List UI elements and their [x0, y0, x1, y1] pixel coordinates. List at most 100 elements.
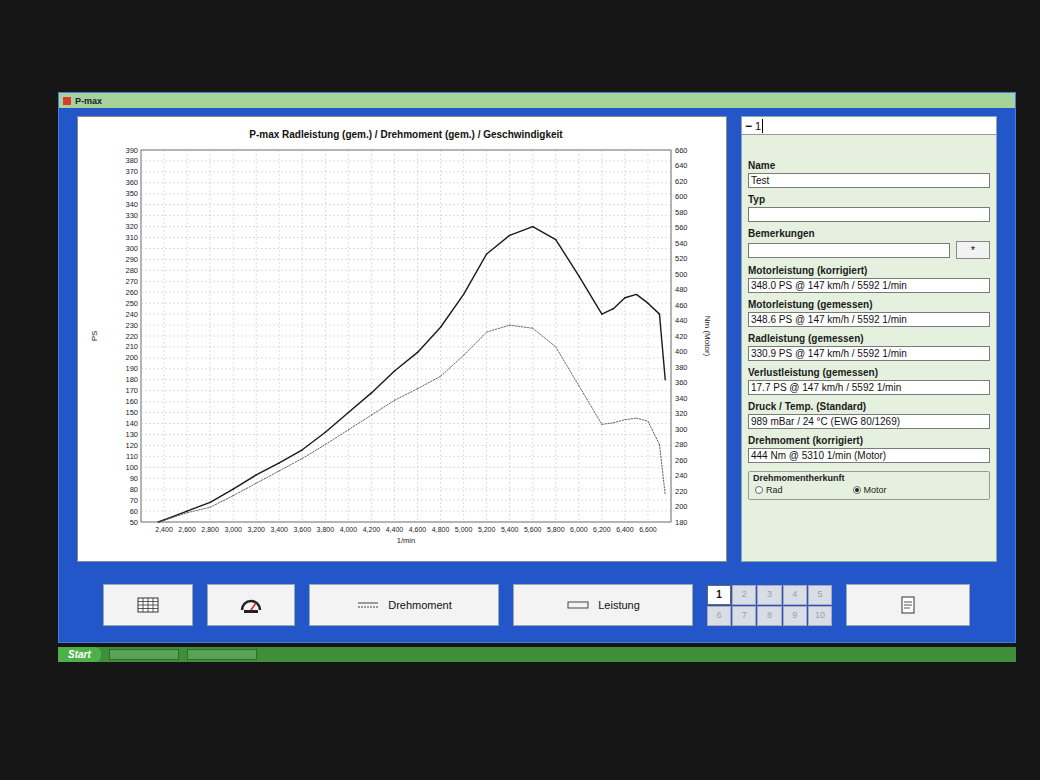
y-left-tick: 150 [125, 408, 138, 417]
page-button: 4 [783, 585, 807, 605]
logo-button[interactable] [207, 584, 295, 626]
y-left-tick: 360 [125, 178, 138, 187]
y-right-tick: 520 [675, 254, 688, 263]
button-label: Leistung [598, 597, 640, 614]
y-left-tick: 110 [126, 452, 138, 461]
x-tick: 4,600 [409, 526, 427, 533]
table-button[interactable] [103, 584, 193, 626]
y-right-tick: 380 [675, 363, 688, 372]
page-button: 2 [732, 585, 756, 605]
x-tick: 3,200 [247, 526, 265, 533]
button-label: Drehmoment [388, 597, 452, 614]
y-right-tick: 200 [675, 502, 688, 511]
y-left-tick: 340 [125, 200, 138, 209]
taskbar: Start [58, 647, 1016, 662]
y-left-tick: 180 [125, 375, 138, 384]
torque-button[interactable]: Drehmoment [309, 584, 499, 626]
field-value[interactable]: 348.0 PS @ 147 km/h / 5592 1/min [748, 278, 990, 293]
x-tick: 5,000 [455, 526, 473, 533]
y-left-tick: 130 [125, 430, 138, 439]
radio-option[interactable]: Rad [755, 484, 783, 496]
y-right-tick: 660 [675, 146, 688, 155]
x-tick: 4,000 [340, 526, 358, 533]
y-right-tick: 640 [675, 161, 688, 170]
radio-button[interactable] [853, 486, 861, 494]
x-tick: 5,800 [547, 526, 565, 533]
source-group: DrehmomentherkunftRadMotor [748, 471, 990, 500]
field-label: Bemerkungen [748, 227, 990, 240]
y-left-tick: 320 [125, 222, 138, 231]
power-button[interactable]: Leistung [513, 584, 693, 626]
y-right-tick: 220 [675, 487, 688, 496]
radio-dot [855, 488, 859, 492]
taskbar-item[interactable] [109, 649, 179, 660]
y-left-tick: 310 [125, 233, 138, 242]
app-window: P-maxP-max Radleistung (gem.) / Drehmome… [58, 92, 1016, 643]
y-left-tick: 160 [125, 397, 138, 406]
radio-button[interactable] [755, 486, 763, 494]
radio-label: Rad [766, 484, 783, 496]
x-tick: 6,400 [616, 526, 634, 533]
y-right-tick: 420 [675, 332, 688, 341]
remarks-button[interactable]: * [956, 241, 990, 259]
page-button[interactable]: 1 [707, 585, 731, 605]
page-button: 10 [808, 606, 832, 626]
page-label: 4 [792, 588, 797, 602]
radio-option[interactable]: Motor [853, 484, 887, 496]
power-line-icon [566, 596, 590, 614]
toolbar: DrehmomentLeistung12345678910 [59, 562, 1015, 642]
field-value[interactable]: Test [748, 173, 990, 188]
y-left-tick: 100 [125, 463, 138, 472]
y-left-tick: 300 [125, 244, 138, 253]
print-button[interactable] [846, 584, 970, 626]
radio-label: Motor [864, 484, 887, 496]
x-label: 1/min [397, 536, 415, 545]
y-left-tick: 170 [125, 386, 138, 395]
y-left-tick: 330 [125, 211, 138, 220]
field-value[interactable]: 989 mBar / 24 °C (EWG 80/1269) [748, 414, 990, 429]
field-value[interactable]: 348.6 PS @ 147 km/h / 5592 1/min [748, 312, 990, 327]
y-right-tick: 620 [675, 177, 688, 186]
x-tick: 3,400 [270, 526, 288, 533]
y-right-label: Nm (Motor) [703, 316, 712, 357]
field: Druck / Temp. (Standard)989 mBar / 24 °C… [748, 400, 990, 429]
field-label: Drehmoment (korrigiert) [748, 434, 990, 447]
page-button: 8 [757, 606, 781, 626]
y-left-tick: 290 [125, 255, 138, 264]
field: Typ [748, 193, 990, 222]
taskbar-item[interactable] [187, 649, 257, 660]
field-label: Motorleistung (korrigiert) [748, 264, 990, 277]
x-tick: 4,200 [363, 526, 381, 533]
y-right-tick: 180 [675, 518, 688, 527]
x-tick: 2,600 [178, 526, 196, 533]
y-right-tick: 340 [675, 394, 688, 403]
field-value[interactable] [748, 243, 950, 258]
dyno-chart: P-max Radleistung (gem.) / Drehmoment (g… [83, 122, 723, 556]
page-label: 1 [716, 587, 722, 602]
collapse-icon[interactable]: − [745, 119, 752, 133]
chart-title: P-max Radleistung (gem.) / Drehmoment (g… [249, 129, 563, 140]
app-icon [63, 97, 71, 105]
page-label: 8 [767, 609, 772, 623]
field-value[interactable]: 444 Nm @ 5310 1/min (Motor) [748, 448, 990, 463]
y-left-tick: 250 [125, 299, 138, 308]
field: Motorleistung (gemessen)348.6 PS @ 147 k… [748, 298, 990, 327]
y-left-tick: 390 [125, 146, 138, 155]
x-tick: 5,400 [501, 526, 519, 533]
field-value[interactable]: 17.7 PS @ 147 km/h / 5592 1/min [748, 380, 990, 395]
field-list: NameTestTypBemerkungen*Motorleistung (ko… [742, 135, 996, 463]
field-label: Radleistung (gemessen) [748, 332, 990, 345]
field-value[interactable]: 330.9 PS @ 147 km/h / 5592 1/min [748, 346, 990, 361]
x-tick: 5,200 [478, 526, 496, 533]
y-right-tick: 300 [675, 425, 688, 434]
y-left-tick: 270 [125, 277, 138, 286]
field-value[interactable] [748, 207, 990, 222]
field-label: Verlustleistung (gemessen) [748, 366, 990, 379]
page-label: 9 [792, 609, 797, 623]
start-button[interactable]: Start [58, 647, 101, 662]
x-tick: 6,000 [570, 526, 588, 533]
chart-panel: P-max Radleistung (gem.) / Drehmoment (g… [77, 116, 727, 562]
y-right-tick: 600 [675, 192, 688, 201]
x-tick: 6,600 [639, 526, 657, 533]
x-tick: 2,400 [155, 526, 173, 533]
